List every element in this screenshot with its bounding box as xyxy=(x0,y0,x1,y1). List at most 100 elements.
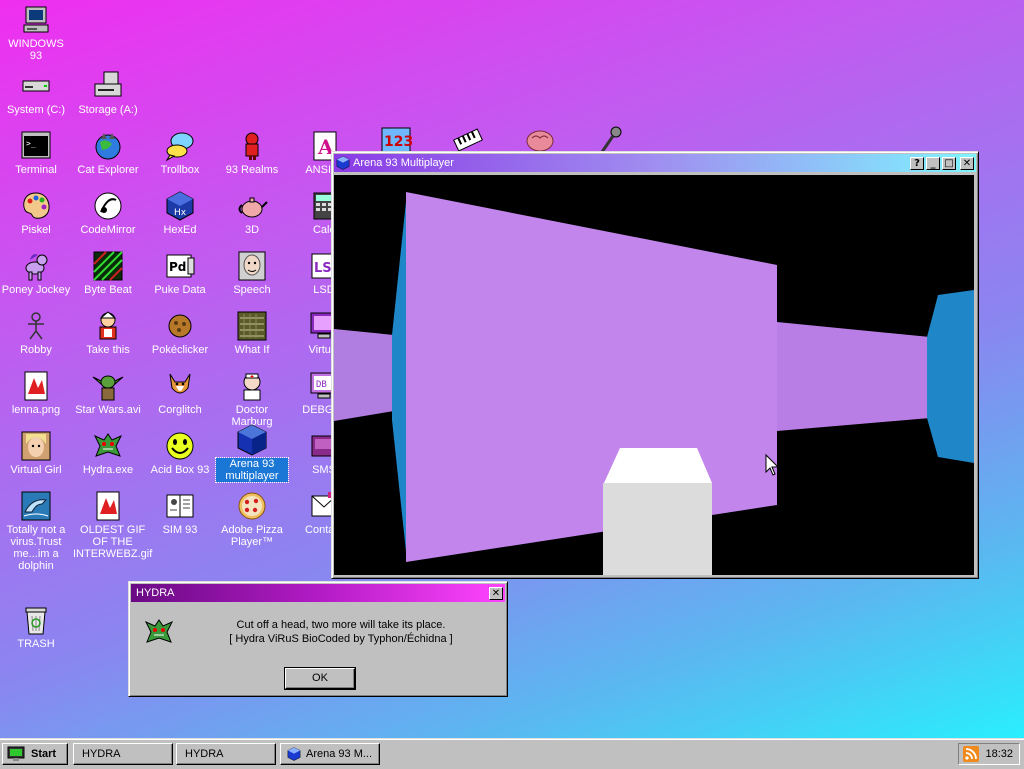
speech-face-icon xyxy=(238,251,266,281)
desktop-icon-label: HexEd xyxy=(163,224,197,236)
trash-icon xyxy=(25,607,47,635)
desktop-icon-label: Hydra.exe xyxy=(82,464,134,476)
desktop-icon-label: System (C:) xyxy=(6,104,66,116)
taskbar-item-label: Arena 93 M... xyxy=(306,748,373,760)
desktop-icon-cat-explorer[interactable]: Cat Explorer xyxy=(72,130,144,176)
knight-icon xyxy=(245,132,259,160)
arena-window[interactable]: Arena 93 Multiplayer ? _ □ ✕ xyxy=(331,151,979,579)
desktop-icon-take-this[interactable]: Take this xyxy=(72,310,144,356)
hydra-dialog-title: HYDRA xyxy=(136,587,175,599)
desktop-icon-label: 3D xyxy=(244,224,260,236)
svg-text:DB: DB xyxy=(316,380,327,390)
desktop-icon-label: Acid Box 93 xyxy=(150,464,210,476)
system-tray: 18:32 xyxy=(958,743,1020,765)
desktop-icon-hexed[interactable]: Hx HexEd xyxy=(144,190,216,236)
desktop-icon-windows93[interactable]: WINDOWS 93 xyxy=(0,4,72,62)
smiley-icon xyxy=(166,432,194,460)
desktop-icon-speech[interactable]: Speech xyxy=(216,250,288,296)
pokeclick-icon xyxy=(168,314,192,338)
arena-cube-icon xyxy=(287,747,301,761)
doctor-icon xyxy=(243,373,261,401)
desktop-icon-arena-93-multiplayer[interactable]: Arena 93 multiplayer xyxy=(215,424,289,483)
right-wall-edge xyxy=(927,290,974,463)
hydra-dialog[interactable]: HYDRA ✕ Cut off a head, two more will ta… xyxy=(128,581,508,697)
corgi-icon xyxy=(169,373,191,394)
desktop-icon-label: Terminal xyxy=(15,164,57,176)
desktop-icon-lenna-png[interactable]: lenna.png xyxy=(0,370,72,416)
desktop-icon-what-if[interactable]: What If xyxy=(216,310,288,356)
desktop-icon-piskel[interactable]: Piskel xyxy=(0,190,72,236)
desktop-icon-label: CodeMirror xyxy=(80,224,136,236)
svg-text:Pd: Pd xyxy=(169,260,186,274)
arena-titlebar[interactable]: Arena 93 Multiplayer ? _ □ ✕ xyxy=(334,154,976,172)
start-label: Start xyxy=(31,748,57,760)
hydra-close-button[interactable]: ✕ xyxy=(489,586,503,600)
computer-icon xyxy=(23,6,49,33)
taskbar-item-arena[interactable]: Arena 93 M... xyxy=(280,743,380,765)
desktop-icon-oldest-gif[interactable]: OLDEST GIF OF THE INTERWEBZ.gif xyxy=(72,490,152,560)
desktop-icon-label: WINDOWS 93 xyxy=(8,38,64,62)
hydra-icon xyxy=(93,433,123,457)
ok-button[interactable]: OK xyxy=(284,667,356,690)
hard-drive-icon xyxy=(22,80,50,92)
desktop-icon-star-wars[interactable]: Star Wars.avi xyxy=(72,370,144,416)
desktop-icon-byte-beat[interactable]: Byte Beat xyxy=(72,250,144,296)
rss-icon[interactable] xyxy=(963,746,980,762)
take-this-icon xyxy=(99,311,117,340)
start-button[interactable]: Start xyxy=(2,743,68,765)
pizza-icon xyxy=(238,492,266,520)
desktop-icon-poney-jockey[interactable]: Poney Jockey xyxy=(0,250,72,296)
virtual-girl-icon xyxy=(21,431,51,461)
taskbar-item-hydra-2[interactable]: HYDRA xyxy=(176,743,276,765)
desktop-icon-93-realms[interactable]: 93 Realms xyxy=(216,130,288,176)
desktop-icon-system-c[interactable]: System (C:) xyxy=(0,70,72,116)
desktop-icon-terminal[interactable]: >_ Terminal xyxy=(0,130,72,176)
arena-cube-icon xyxy=(336,156,350,170)
desktop-icon-label: Arena 93 multiplayer xyxy=(215,457,289,483)
desktop-icon-label: Robby xyxy=(20,344,52,356)
desktop-icon-corglitch[interactable]: Corglitch xyxy=(144,370,216,416)
right-wall xyxy=(777,322,930,431)
arena-3d-scene xyxy=(334,175,974,575)
cat-globe-icon xyxy=(95,133,121,160)
desktop-icon-virtual-girl[interactable]: Virtual Girl xyxy=(0,430,72,476)
hydra-titlebar[interactable]: HYDRA ✕ xyxy=(131,584,505,602)
desktop-icon-pokeclicker[interactable]: Pokéclicker xyxy=(144,310,216,356)
desktop-icon-storage-a[interactable]: Storage (A:) xyxy=(72,70,144,116)
svg-text:123: 123 xyxy=(384,134,412,150)
desktop-icon-acid-box-93[interactable]: Acid Box 93 xyxy=(144,430,216,476)
desktop-icon-label: Speech xyxy=(233,284,271,296)
dolphin-icon xyxy=(21,491,51,521)
desktop-icon-trollbox[interactable]: Trollbox xyxy=(144,130,216,176)
svg-text:LS: LS xyxy=(314,261,332,276)
desktop-icon-dolphin[interactable]: Totally not a virus.Trust me...im a dolp… xyxy=(0,490,72,572)
minimize-button[interactable]: _ xyxy=(926,156,940,170)
clock[interactable]: 18:32 xyxy=(985,748,1013,760)
player-weapon-front xyxy=(603,483,712,575)
help-button[interactable]: ? xyxy=(910,156,924,170)
desktop-icon-label: Poney Jockey xyxy=(1,284,71,296)
palette-icon xyxy=(23,192,50,219)
desktop-icon-adobe-pizza-player[interactable]: Adobe Pizza Player™ xyxy=(216,490,288,548)
arena-game-viewport[interactable] xyxy=(334,175,974,575)
maximize-button[interactable]: □ xyxy=(942,156,956,170)
desktop-icon-label: Piskel xyxy=(21,224,51,236)
arena-cube-icon xyxy=(237,424,267,456)
desktop-icon-hydra-exe[interactable]: Hydra.exe xyxy=(72,430,144,476)
teapot-icon xyxy=(238,197,268,218)
desktop-icon-doctor-marburg[interactable]: Doctor Marburg xyxy=(216,370,288,428)
desktop-icon-sim-93[interactable]: SIM 93 xyxy=(144,490,216,536)
desktop-icon-3d[interactable]: 3D xyxy=(216,190,288,236)
desktop-icon-robby[interactable]: Robby xyxy=(0,310,72,356)
taskbar-item-hydra-1[interactable]: HYDRA xyxy=(73,743,173,765)
left-wall xyxy=(334,329,394,421)
sim-book-icon xyxy=(166,494,194,518)
desktop-icon-label: SIM 93 xyxy=(162,524,198,536)
close-button[interactable]: ✕ xyxy=(960,156,974,170)
hydra-message: Cut off a head, two more will take its p… xyxy=(183,618,499,646)
desktop-icon-trash[interactable]: TRASH xyxy=(0,604,72,650)
desktop-icon-puke-data[interactable]: Pd Puke Data xyxy=(144,250,216,296)
desktop-icon-label: Corglitch xyxy=(158,404,202,416)
desktop-icon-label: OLDEST GIF OF THE INTERWEBZ.gif xyxy=(73,524,153,560)
desktop-icon-codemirror[interactable]: CodeMirror xyxy=(72,190,144,236)
